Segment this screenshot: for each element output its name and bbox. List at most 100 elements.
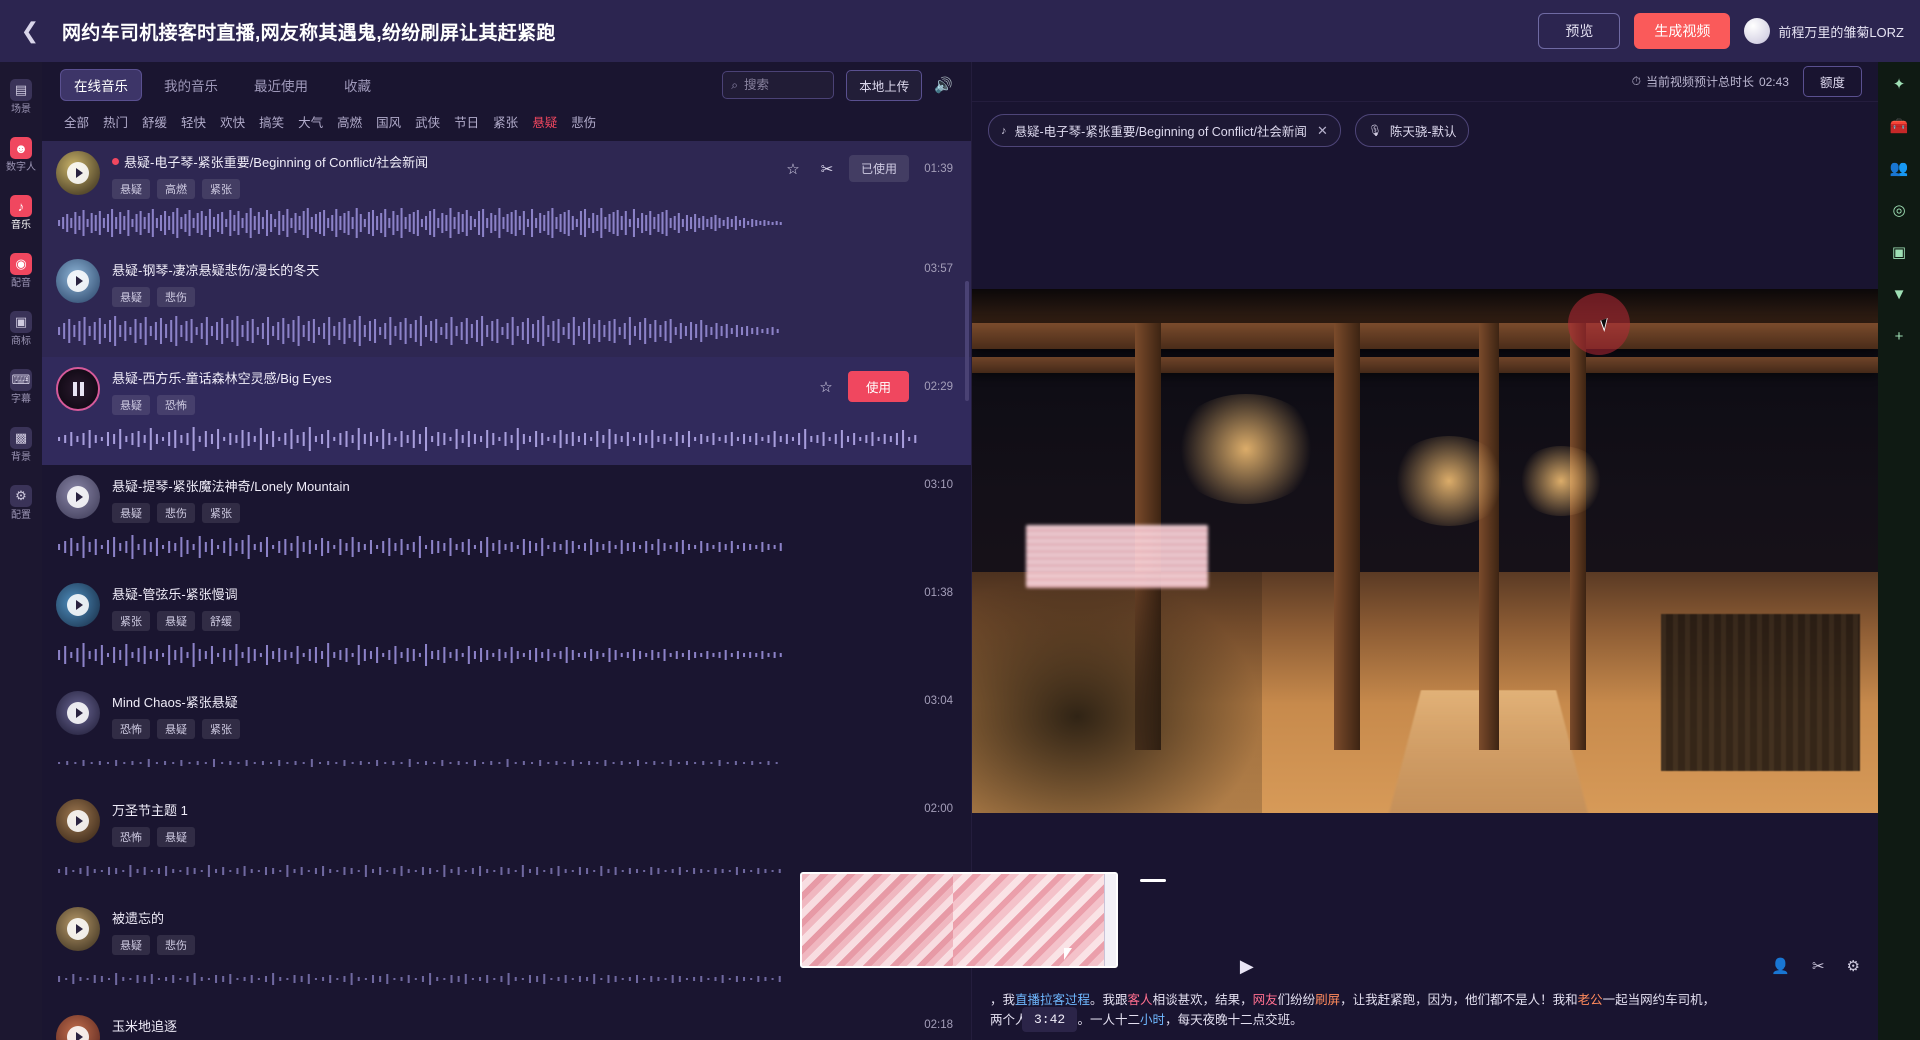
caption-seg: 。我跟 xyxy=(1090,993,1128,1008)
generate-video-button[interactable]: 生成视频 xyxy=(1634,13,1731,49)
person-icon[interactable]: 👤 xyxy=(1771,957,1790,975)
tag: 悲伤 xyxy=(157,503,195,523)
category-soothing[interactable]: 舒缓 xyxy=(142,112,167,131)
person-add-icon[interactable]: 👥 xyxy=(1887,156,1911,180)
star-icon[interactable]: ☆ xyxy=(814,375,838,399)
preview-button[interactable]: 预览 xyxy=(1538,13,1621,49)
play-icon[interactable] xyxy=(67,594,89,616)
play-icon[interactable] xyxy=(67,486,89,508)
table-row[interactable]: Mind Chaos-紧张悬疑 恐怖 悬疑 紧张 03:04 xyxy=(42,681,971,789)
waveform xyxy=(58,535,782,559)
tab-my-music[interactable]: 我的音乐 xyxy=(150,69,232,101)
play-icon[interactable] xyxy=(67,1026,89,1040)
play-icon[interactable] xyxy=(67,270,89,292)
table-row[interactable]: 悬疑-钢琴-凄凉悬疑悲伤/漫长的冬天 悬疑 悲伤 03:57 xyxy=(42,249,971,357)
video-preview[interactable] xyxy=(972,289,1878,814)
track-cover[interactable] xyxy=(56,907,100,951)
table-row[interactable]: 悬疑-管弦乐-紧张慢调 紧张 悬疑 舒缓 01:38 xyxy=(42,573,971,681)
sidebar-item-dubbing[interactable]: ◉ 配音 xyxy=(0,250,42,292)
table-row[interactable]: 玉米地追逐 悬疑 紧张 恐怖 02:18 xyxy=(42,1005,971,1040)
search-icon: ⌕ xyxy=(731,77,739,92)
avatar xyxy=(1744,18,1771,44)
subtitle-overlay[interactable] xyxy=(1026,524,1208,588)
pause-icon[interactable] xyxy=(67,378,89,400)
track-cover[interactable] xyxy=(56,367,100,411)
table-row[interactable]: 悬疑-电子琴-紧张重要/Beginning of Conflict/社会新闻 悬… xyxy=(42,141,971,249)
used-button[interactable]: 已使用 xyxy=(848,155,909,182)
message-icon[interactable]: ▣ xyxy=(1887,240,1911,264)
back-button[interactable]: ❮ xyxy=(10,11,50,51)
tab-favorites[interactable]: 收藏 xyxy=(330,69,385,101)
search-box[interactable]: ⌕ xyxy=(722,71,835,99)
category-funny[interactable]: 搞笑 xyxy=(259,112,284,131)
play-icon[interactable] xyxy=(67,702,89,724)
category-hot[interactable]: 热门 xyxy=(103,112,128,131)
scissors-icon[interactable]: ✂ xyxy=(815,157,839,181)
gear-icon[interactable]: ⚙ xyxy=(1847,957,1860,975)
category-all[interactable]: 全部 xyxy=(64,112,89,131)
category-tense[interactable]: 紧张 xyxy=(493,112,518,131)
track-cover[interactable] xyxy=(56,799,100,843)
track-cover[interactable] xyxy=(56,475,100,519)
category-cheerful[interactable]: 欢快 xyxy=(220,112,245,131)
timeline-clip[interactable] xyxy=(800,872,1118,968)
category-grand[interactable]: 大气 xyxy=(298,112,323,131)
music-chip[interactable]: ♪ 悬疑-电子琴-紧张重要/Beginning of Conflict/社会新闻… xyxy=(988,114,1341,147)
caption-seg: ，我 xyxy=(990,993,1016,1008)
track-cover[interactable] xyxy=(56,259,100,303)
plus-icon[interactable]: + xyxy=(1887,324,1911,348)
waveform[interactable] xyxy=(56,421,953,457)
play-icon[interactable] xyxy=(67,918,89,940)
category-energetic[interactable]: 高燃 xyxy=(337,112,362,131)
track-title: 悬疑-管弦乐-紧张慢调 xyxy=(112,587,238,602)
sidebar-item-logo[interactable]: ▣ 商标 xyxy=(0,308,42,350)
category-wuxia[interactable]: 武侠 xyxy=(415,112,440,131)
category-suspense[interactable]: 悬疑 xyxy=(532,112,557,131)
track-cover[interactable] xyxy=(56,691,100,735)
sidebar-item-digital-human[interactable]: ☻ 数字人 xyxy=(0,134,42,176)
tab-online-music[interactable]: 在线音乐 xyxy=(60,69,142,101)
waveform xyxy=(58,316,779,346)
sparkle-icon[interactable]: ✦ xyxy=(1887,72,1911,96)
sidebar-item-scene[interactable]: ▤ 场景 xyxy=(0,76,42,118)
dubbing-icon: ◉ xyxy=(10,253,32,275)
category-festival[interactable]: 节日 xyxy=(454,112,479,131)
chevron-left-icon: ❮ xyxy=(20,18,40,43)
volume-icon[interactable]: 🔊 xyxy=(934,76,953,94)
clip-trim-handle[interactable] xyxy=(1104,874,1116,966)
category-sad[interactable]: 悲伤 xyxy=(571,112,596,131)
local-upload-button[interactable]: 本地上传 xyxy=(846,69,923,101)
track-cover[interactable] xyxy=(56,1015,100,1040)
play-icon[interactable] xyxy=(67,810,89,832)
quota-button[interactable]: 额度 xyxy=(1802,66,1862,97)
track-cover[interactable] xyxy=(56,583,100,627)
sidebar-item-subtitle[interactable]: ⌨ 字幕 xyxy=(0,366,42,408)
voice-chip-label: 陈天骁-默认 xyxy=(1389,125,1457,139)
toolbox-icon[interactable]: 🧰 xyxy=(1887,114,1911,138)
category-light[interactable]: 轻快 xyxy=(181,112,206,131)
target-icon[interactable]: ◎ xyxy=(1887,198,1911,222)
play-icon[interactable]: ▶ xyxy=(1240,956,1254,977)
settings-icon: ⚙ xyxy=(10,485,32,507)
track-list-scrollbar[interactable] xyxy=(965,281,969,401)
user-menu[interactable]: 前程万里的雏菊LORZ xyxy=(1744,18,1904,44)
play-icon[interactable] xyxy=(67,162,89,184)
tab-recent-used[interactable]: 最近使用 xyxy=(240,69,322,101)
close-icon[interactable]: ✕ xyxy=(1317,123,1328,139)
star-icon[interactable]: ☆ xyxy=(781,157,805,181)
filter-icon[interactable]: ▼ xyxy=(1887,282,1911,306)
sidebar-item-background[interactable]: ▩ 背景 xyxy=(0,424,42,466)
table-row[interactable]: 悬疑-西方乐-童话森林空灵感/Big Eyes 悬疑 恐怖 ☆ 使用 02:29 xyxy=(42,357,971,465)
table-row[interactable]: 悬疑-提琴-紧张魔法神奇/Lonely Mountain 悬疑 悲伤 紧张 03… xyxy=(42,465,971,573)
duration-value: 02:43 xyxy=(1758,74,1789,89)
sidebar-item-music[interactable]: ♪ 音乐 xyxy=(0,192,42,234)
scissors-icon[interactable]: ✂ xyxy=(1812,957,1825,975)
sidebar-item-settings[interactable]: ⚙ 配置 xyxy=(0,482,42,524)
track-cover[interactable] xyxy=(56,151,100,195)
voice-chip[interactable]: 🎙 陈天骁-默认 xyxy=(1354,114,1470,147)
search-input[interactable] xyxy=(744,78,826,92)
category-chinese-style[interactable]: 国风 xyxy=(376,112,401,131)
track-title: 万圣节主题 1 xyxy=(112,803,188,818)
track-title-row: 被遗忘的 xyxy=(112,908,907,927)
use-button[interactable]: 使用 xyxy=(847,371,909,402)
